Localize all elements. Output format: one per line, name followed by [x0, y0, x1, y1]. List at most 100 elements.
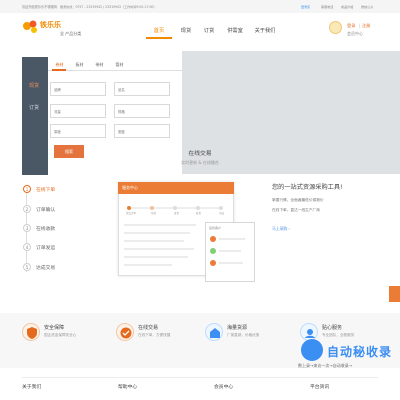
- status-dot-icon: [210, 260, 216, 266]
- mock-step-label: 提交订单: [126, 212, 137, 215]
- step-number: 4: [23, 243, 31, 251]
- step-label: 订单确认: [36, 208, 56, 213]
- brand-name: 铁乐乐: [40, 21, 61, 29]
- step-number: 3: [23, 224, 31, 232]
- top-link-4[interactable]: 微信公众: [361, 4, 377, 9]
- status-dot-icon: [210, 248, 216, 254]
- footer-member[interactable]: 会员中心: [214, 383, 254, 393]
- tab-pipe[interactable]: 管材: [112, 60, 127, 70]
- promo-line-2: 在线下单，直达一线生产厂商: [272, 208, 320, 212]
- login-link[interactable]: 登录: [347, 23, 358, 29]
- thickness-field-label: 厚度: [54, 130, 61, 134]
- step-5[interactable]: 5 达成交易: [22, 261, 110, 276]
- top-link-3[interactable]: 成品价格: [341, 4, 357, 9]
- nav-home[interactable]: 首页: [145, 25, 173, 37]
- watermark-brand: 自动秘收录: [327, 345, 393, 359]
- member-center-link[interactable]: 会员中心: [347, 31, 375, 37]
- side-tab-spot[interactable]: 现货: [29, 82, 43, 89]
- promo-title: 您的一站式资源采购工具!: [272, 184, 343, 191]
- mock-row: [124, 232, 190, 234]
- logo-icon[interactable]: [22, 18, 39, 35]
- trade-section-subtitle: 实时更新 & 在线撮合: [181, 160, 219, 165]
- thickness-field[interactable]: 厚度: [50, 124, 106, 138]
- tab-strip[interactable]: 带材: [92, 60, 107, 70]
- watermark-subtitle: 数上录→来访一次→自动收录→: [298, 363, 353, 368]
- nav-spot[interactable]: 现货: [174, 25, 198, 37]
- step-label: 在线收款: [36, 227, 56, 232]
- step-label: 达成交易: [36, 266, 56, 271]
- width-field[interactable]: 宽度: [114, 124, 170, 138]
- avatar-icon[interactable]: [329, 21, 342, 34]
- mock-window-title: 服务中心: [118, 182, 234, 194]
- nav-demand[interactable]: 供需室: [221, 25, 249, 37]
- footer-about[interactable]: 关于我们: [22, 383, 62, 393]
- feature-title: 贴心服务: [322, 325, 343, 331]
- footer-help[interactable]: 帮助中心: [118, 383, 158, 393]
- step-label: 在线下单: [36, 188, 56, 193]
- tab-divider: [48, 70, 182, 71]
- mock-card-row: [219, 262, 243, 264]
- feature-desc: 厂家直销，价格优惠: [227, 333, 260, 337]
- mock-step-label: 收货: [196, 212, 202, 215]
- mock-card-row: [219, 250, 241, 252]
- mock-card-row: [219, 238, 245, 240]
- tab-plate[interactable]: 板材: [72, 60, 87, 70]
- feature-desc: 国企资金保障安全心: [44, 333, 77, 337]
- search-button[interactable]: 搜索: [54, 145, 84, 158]
- register-link[interactable]: 注册: [362, 23, 373, 29]
- mock-row: [124, 248, 194, 250]
- product-field[interactable]: 品名: [114, 82, 170, 96]
- footer-news[interactable]: 平台资讯: [310, 383, 350, 393]
- brand-field-label: 品牌: [54, 88, 61, 92]
- feature-desc: 在线下单，方便快捷: [138, 333, 171, 337]
- step-4[interactable]: 4 订单发运: [22, 241, 110, 256]
- top-link-2[interactable]: 客服电话: [321, 4, 337, 9]
- trade-section-title: 在线交易: [188, 151, 212, 157]
- step-number: 2: [23, 205, 31, 213]
- tab-active-indicator: [52, 69, 66, 71]
- step-1[interactable]: 1 在线下单: [22, 183, 110, 198]
- feature-title: 在线交易: [138, 325, 159, 331]
- mock-step-label: 发货: [174, 212, 180, 215]
- mock-card-title: 签约客户: [209, 226, 222, 230]
- spec-field[interactable]: 规格: [114, 104, 170, 118]
- buy-now-link[interactable]: 马上采购 ›: [272, 226, 312, 231]
- flow-field[interactable]: 流量: [50, 104, 106, 118]
- welcome-text: 欢迎光临铁乐乐不锈钢商平台: [22, 5, 57, 9]
- nav-order[interactable]: 订货: [197, 25, 221, 37]
- floating-service-button[interactable]: [389, 286, 400, 302]
- feature-title: 海量货源: [227, 325, 248, 331]
- step-3[interactable]: 3 在线收款: [22, 222, 110, 237]
- promo-line-1: 掌握行情，全面遍最低价源报价: [272, 198, 324, 202]
- step-number: 1: [23, 185, 31, 193]
- side-tab-order[interactable]: 订货: [29, 104, 43, 111]
- status-dot-icon: [210, 236, 216, 242]
- hero-side-panel: [22, 57, 48, 175]
- top-link-1[interactable]: 登录买: [301, 4, 317, 9]
- feature-security: 安全保障 国企资金保障安全心: [22, 323, 112, 356]
- step-label: 订单发运: [36, 246, 56, 251]
- feature-supply: 海量货源 厂家直销，价格优惠: [205, 323, 295, 356]
- mock-row: [124, 264, 172, 266]
- warehouse-icon: [205, 323, 223, 341]
- mock-row: [124, 256, 188, 258]
- feature-title: 安全保障: [44, 325, 65, 331]
- product-field-label: 品名: [118, 88, 125, 92]
- mock-row: [124, 224, 196, 226]
- nav-active-indicator: [146, 37, 172, 39]
- feature-online-trade: 在线交易 在线下单，方便快捷: [116, 323, 206, 356]
- flow-field-label: 流量: [54, 110, 61, 114]
- feature-desc: 专业团队，全程服务: [322, 333, 355, 337]
- divider: |: [359, 23, 361, 28]
- footer-divider: [22, 377, 378, 378]
- category-dropdown[interactable]: 全 产品分类: [60, 31, 92, 37]
- trade-icon: [116, 323, 134, 341]
- nav-about[interactable]: 关于我们: [250, 25, 280, 37]
- step-2[interactable]: 2 订单确认: [22, 203, 110, 218]
- shield-icon: [22, 323, 40, 341]
- service-phone: 服务热线：0757 - 23319942 / 23319943（工作时间9:00…: [60, 5, 157, 9]
- brand-field[interactable]: 品牌: [50, 82, 106, 96]
- watermark-logo-icon: [301, 339, 323, 361]
- step-number: 5: [23, 263, 31, 271]
- spec-field-label: 规格: [118, 110, 125, 114]
